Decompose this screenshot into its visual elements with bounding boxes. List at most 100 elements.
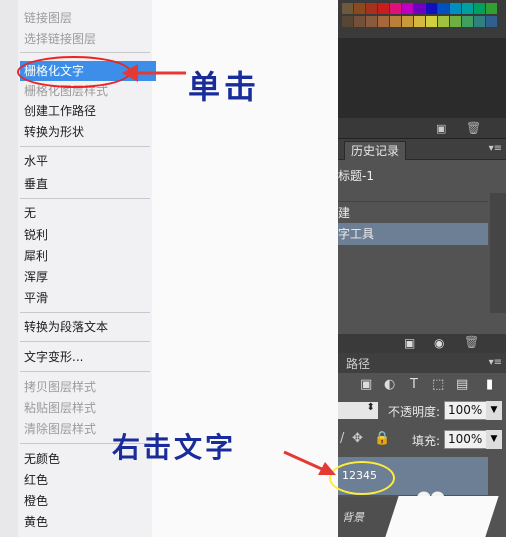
color-swatch[interactable] — [426, 16, 437, 27]
text-filter-icon[interactable]: T — [410, 377, 418, 392]
background-layer-name: 背景 — [342, 511, 364, 524]
click-caption: 单击 — [188, 68, 261, 106]
swatches-toolbar: ▣ 🗑 — [338, 118, 506, 139]
menu-item-convert-to-shape[interactable]: 转换为形状 — [24, 123, 84, 141]
color-swatch[interactable] — [402, 3, 413, 14]
color-swatch[interactable] — [462, 16, 473, 27]
right-click-caption: 右击文字 — [112, 431, 237, 464]
trash-icon[interactable]: 🗑 — [466, 121, 481, 135]
history-scrollbar[interactable] — [490, 193, 506, 313]
shape-filter-icon[interactable]: ⬚ — [432, 377, 444, 392]
menu-item-link-layers[interactable]: 链接图层 — [24, 9, 72, 27]
menu-item-clear-style[interactable]: 清除图层样式 — [24, 420, 96, 438]
opacity-input[interactable]: 100% — [444, 401, 489, 420]
menu-item-paste-style[interactable]: 粘贴图层样式 — [24, 399, 96, 417]
color-swatch[interactable] — [414, 3, 425, 14]
menu-item-horizontal[interactable]: 水平 — [24, 152, 48, 170]
history-row[interactable]: 建 — [338, 201, 488, 224]
menu-item-select-linked[interactable]: 选择链接图层 — [24, 30, 96, 48]
snapshot-label: 标题-1 — [338, 169, 374, 183]
lock-position-icon[interactable]: ✥ — [352, 431, 363, 446]
filter-toggle-icon[interactable]: ▮ — [486, 377, 493, 392]
history-row-label: 建 — [338, 206, 351, 220]
blend-mode-select[interactable]: ⬍ — [338, 402, 378, 419]
menu-separator — [20, 371, 150, 372]
red-arrow-icon — [283, 450, 336, 475]
color-swatch[interactable] — [378, 16, 389, 27]
color-swatch[interactable] — [390, 3, 401, 14]
color-swatch[interactable] — [474, 3, 485, 14]
menu-item-no-color[interactable]: 无颜色 — [24, 450, 60, 468]
lock-all-icon[interactable]: 🔒 — [374, 431, 390, 446]
color-swatch[interactable] — [342, 3, 353, 14]
menu-separator — [20, 312, 150, 313]
color-swatch[interactable] — [378, 3, 389, 14]
menu-item-aa-none[interactable]: 无 — [24, 204, 36, 222]
history-row-label: 字工具 — [338, 227, 375, 241]
adjustment-filter-icon[interactable]: ◐ — [384, 377, 395, 392]
red-highlight-ellipse — [17, 56, 131, 88]
tab-paths[interactable]: 路径 — [340, 355, 376, 373]
cursor-overlay — [385, 496, 499, 537]
menu-separator — [20, 198, 150, 199]
color-swatch[interactable] — [390, 16, 401, 27]
color-swatch[interactable] — [354, 3, 365, 14]
red-arrow-icon — [122, 64, 186, 82]
blend-row: ⬍ 不透明度: 100% ▼ — [338, 401, 506, 421]
fill-input[interactable]: 100% — [444, 430, 489, 449]
menu-separator — [20, 341, 150, 342]
menu-item-yellow[interactable]: 黄色 — [24, 513, 48, 531]
color-swatch[interactable] — [402, 16, 413, 27]
history-tabbar: 历史记录 ▾≡ — [338, 139, 506, 160]
color-swatch[interactable] — [462, 3, 473, 14]
new-swatch-icon[interactable]: ▣ — [436, 122, 446, 135]
menu-separator — [20, 146, 150, 147]
menu-item-create-work-path[interactable]: 创建工作路径 — [24, 102, 96, 120]
color-swatch[interactable] — [450, 16, 461, 27]
menu-item-convert-paragraph[interactable]: 转换为段落文本 — [24, 318, 108, 336]
color-swatch[interactable] — [366, 16, 377, 27]
menu-item-copy-style[interactable]: 拷贝图层样式 — [24, 378, 96, 396]
color-swatch[interactable] — [426, 3, 437, 14]
new-document-icon[interactable]: ▣ — [404, 336, 415, 350]
panel-menu-icon[interactable]: ▾≡ — [489, 143, 502, 154]
opacity-dropdown-icon[interactable]: ▼ — [486, 401, 502, 420]
color-swatch[interactable] — [486, 3, 497, 14]
fill-dropdown-icon[interactable]: ▼ — [486, 430, 502, 449]
image-filter-icon[interactable]: ▣ — [360, 377, 372, 392]
swatches-panel — [338, 0, 506, 38]
history-toolbar: ▣ ◉ 🗑 — [338, 334, 506, 353]
smart-object-filter-icon[interactable]: ▤ — [456, 377, 468, 392]
menu-item-aa-strong[interactable]: 浑厚 — [24, 268, 48, 286]
layer-filter-row: ▣ ◐ T ⬚ ▤ ▮ — [338, 375, 506, 397]
opacity-label: 不透明度: — [388, 405, 441, 419]
tab-history[interactable]: 历史记录 — [344, 141, 407, 160]
left-strip — [0, 0, 18, 537]
menu-item-vertical[interactable]: 垂直 — [24, 175, 48, 193]
trash-icon[interactable]: 🗑 — [464, 335, 479, 349]
menu-item-aa-smooth[interactable]: 平滑 — [24, 289, 48, 307]
fill-label: 填充: — [412, 434, 441, 448]
color-swatch[interactable] — [414, 16, 425, 27]
menu-item-warp-text[interactable]: 文字变形... — [24, 348, 83, 366]
history-row-selected[interactable]: 字工具 — [338, 223, 488, 245]
history-panel: 历史记录 ▾≡ 标题-1 建 字工具 — [338, 139, 506, 334]
color-swatch[interactable] — [438, 16, 449, 27]
menu-separator — [20, 52, 150, 53]
history-snapshot[interactable]: 标题-1 — [338, 165, 488, 187]
color-swatch[interactable] — [342, 16, 353, 27]
menu-item-aa-crisp[interactable]: 犀利 — [24, 247, 48, 265]
menu-item-aa-sharp[interactable]: 锐利 — [24, 226, 48, 244]
color-swatch[interactable] — [474, 16, 485, 27]
lock-pixels-icon[interactable]: / — [340, 431, 344, 446]
camera-icon[interactable]: ◉ — [434, 336, 444, 350]
layers-tabbar: 路径 ▾≡ — [338, 353, 506, 373]
color-swatch[interactable] — [366, 3, 377, 14]
menu-item-red[interactable]: 红色 — [24, 471, 48, 489]
color-swatch[interactable] — [450, 3, 461, 14]
panel-menu-icon[interactable]: ▾≡ — [489, 357, 502, 368]
color-swatch[interactable] — [438, 3, 449, 14]
color-swatch[interactable] — [486, 16, 497, 27]
color-swatch[interactable] — [354, 16, 365, 27]
menu-item-orange[interactable]: 橙色 — [24, 492, 48, 510]
